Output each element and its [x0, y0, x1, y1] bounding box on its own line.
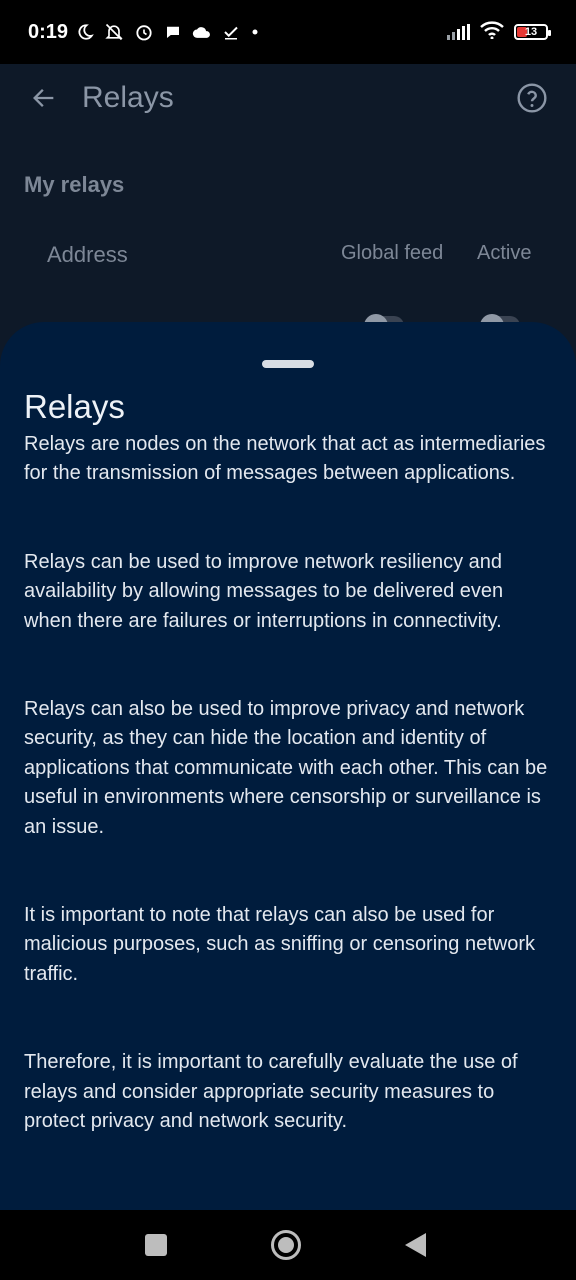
recent-apps-icon[interactable] — [145, 1234, 167, 1256]
back-icon[interactable] — [405, 1233, 426, 1257]
sheet-paragraph: It is important to note that relays can … — [24, 904, 535, 985]
alarm-icon — [134, 22, 154, 42]
signal-icon — [447, 24, 470, 40]
navigation-bar — [0, 1210, 576, 1280]
battery-level: 13 — [524, 26, 538, 38]
battery-icon: 13 — [514, 24, 551, 40]
table-header: Address Global feed Active — [0, 238, 576, 274]
sheet-title: Relays — [24, 388, 125, 425]
home-icon[interactable] — [271, 1230, 301, 1260]
drag-handle[interactable] — [262, 360, 314, 368]
column-address: Address — [47, 242, 128, 267]
page-title: Relays — [82, 81, 174, 114]
help-circle-icon — [517, 83, 547, 113]
notification-icons — [76, 22, 260, 42]
help-bottom-sheet: Relays Relays are nodes on the network t… — [0, 322, 576, 1210]
section-title: My relays — [24, 172, 125, 197]
status-time: 0:19 — [28, 20, 69, 43]
dot-icon — [250, 27, 260, 37]
cloud-icon — [192, 24, 212, 40]
system-status: 13 — [447, 20, 551, 44]
check-icon — [222, 23, 240, 41]
column-global-feed: Global feed — [341, 242, 444, 264]
arrow-left-icon — [33, 89, 54, 107]
moon-icon — [76, 23, 94, 41]
back-button[interactable] — [24, 78, 64, 118]
status-bar: 0:19 13 — [0, 0, 576, 64]
chat-icon — [164, 23, 182, 41]
sheet-paragraph: Relays can be used to improve network re… — [24, 550, 504, 632]
sheet-body: Relays are nodes on the network that act… — [24, 430, 554, 1196]
column-active: Active — [477, 242, 532, 264]
sheet-paragraph: Therefore, it is important to carefully … — [24, 1051, 518, 1133]
help-button[interactable] — [512, 78, 552, 118]
wifi-icon — [480, 20, 504, 44]
app-bar: Relays — [0, 64, 576, 132]
sheet-paragraph: Relays can also be used to improve priva… — [24, 698, 548, 838]
muted-bell-icon — [104, 22, 124, 42]
sheet-paragraph: Relays are nodes on the network that act… — [24, 433, 546, 485]
